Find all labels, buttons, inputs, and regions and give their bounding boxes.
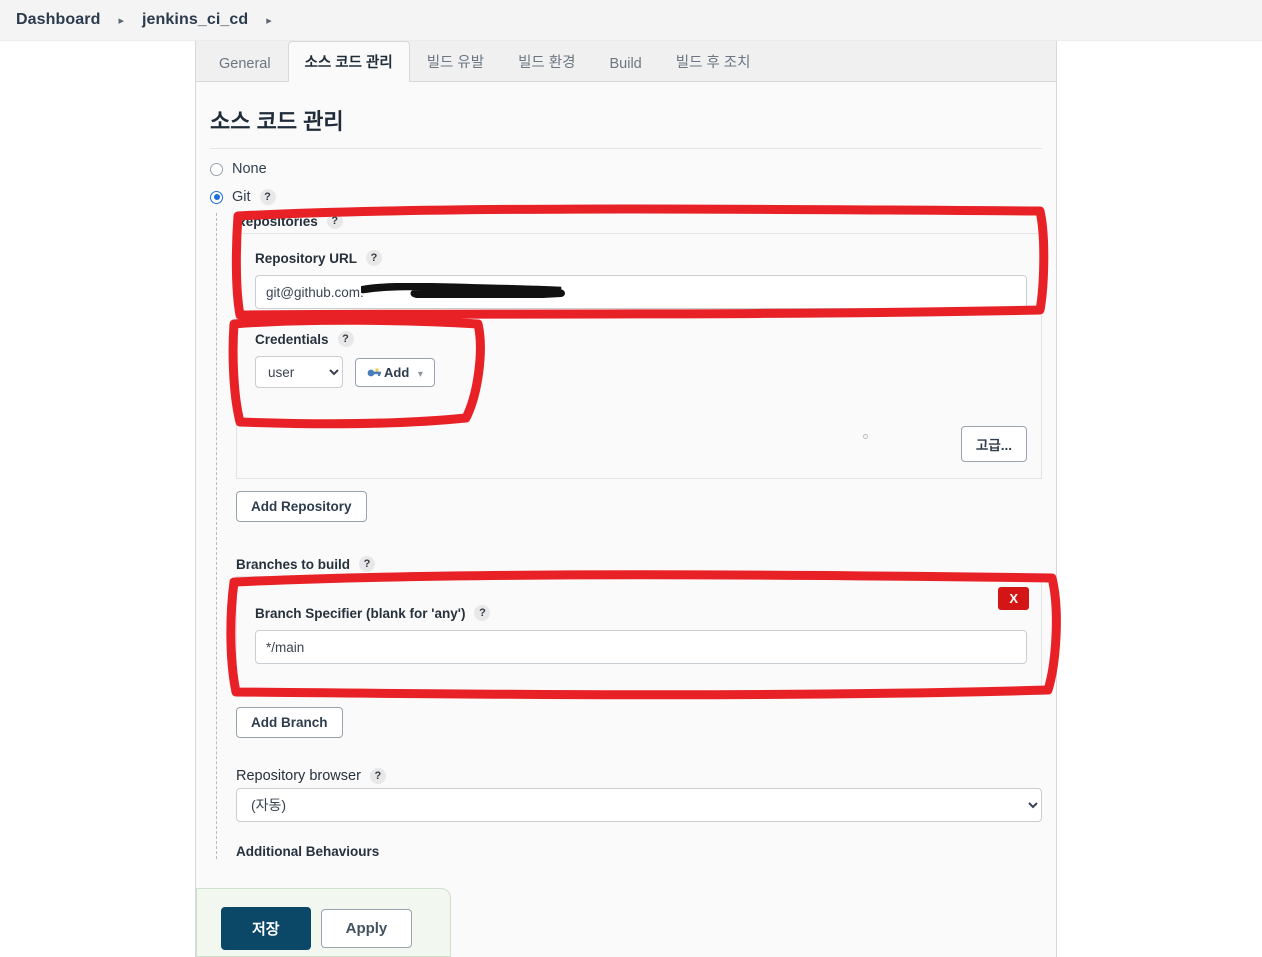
help-icon-repositories[interactable]: ? <box>326 213 343 229</box>
add-branch-row: Add Branch <box>236 707 1042 738</box>
branches-label: Branches to build <box>236 556 351 572</box>
apply-button[interactable]: Apply <box>320 909 413 948</box>
branches-heading: Branches to build ? <box>236 556 1042 572</box>
branch-card: X Branch Specifier (blank for 'any') ? <box>236 576 1042 695</box>
add-credentials-button[interactable]: Add ▾ <box>355 357 435 387</box>
branch-specifier-label-row: Branch Specifier (blank for 'any') ? <box>255 605 1027 621</box>
breadcrumb-item-job[interactable]: jenkins_ci_cd <box>136 9 254 31</box>
advanced-button[interactable]: 고급... <box>960 426 1027 462</box>
jenkins-configure-page: Dashboard ▸ jenkins_ci_cd ▸ General 소스 코… <box>0 0 1262 957</box>
delete-branch-button[interactable]: X <box>998 587 1029 610</box>
scm-option-git[interactable]: Git ? <box>210 189 1042 205</box>
add-branch-button[interactable]: Add Branch <box>236 707 343 738</box>
repo-browser-heading: Repository browser ? <box>236 768 1042 784</box>
form-action-bar: 저장 Apply <box>196 888 451 957</box>
tab-build-environment[interactable]: 빌드 환경 <box>501 41 592 82</box>
scm-git-label: Git <box>232 189 251 205</box>
repositories-label: Repositories <box>236 213 318 229</box>
help-icon-repo-browser[interactable]: ? <box>369 768 386 784</box>
add-repository-button[interactable]: Add Repository <box>236 491 367 522</box>
advanced-row: 고급... <box>255 426 1027 462</box>
credentials-select[interactable]: user <box>255 356 343 388</box>
config-tabbar: General 소스 코드 관리 빌드 유발 빌드 환경 Build 빌드 후 … <box>196 41 1056 82</box>
additional-behaviours-label: Additional Behaviours <box>236 844 380 859</box>
repository-url-label-row: Repository URL ? <box>255 250 1027 266</box>
tab-source-code-management[interactable]: 소스 코드 관리 <box>287 41 410 82</box>
repository-url-input[interactable] <box>255 275 1027 309</box>
radio-git-icon[interactable] <box>210 190 223 204</box>
git-config-block: Repositories ? Repository URL ? git@gith… <box>216 213 1042 859</box>
config-content: 소스 코드 관리 None Git ? Repositories ? Repos… <box>196 82 1056 859</box>
repository-card: Repository URL ? Credentials ? <box>236 233 1042 479</box>
chevron-right-icon-2[interactable]: ▸ <box>254 14 284 27</box>
branch-specifier-label: Branch Specifier (blank for 'any') <box>255 605 466 621</box>
repositories-heading: Repositories ? <box>236 213 1042 229</box>
add-credentials-label: Add <box>384 364 410 380</box>
help-icon-repository-url[interactable]: ? <box>366 250 383 266</box>
tab-build-triggers[interactable]: 빌드 유발 <box>410 41 501 82</box>
credentials-label-row: Credentials ? <box>255 331 1027 347</box>
repository-url-label: Repository URL <box>255 250 358 266</box>
repo-browser-label: Repository browser <box>236 768 361 784</box>
tab-general[interactable]: General <box>202 46 288 82</box>
breadcrumb-item-dashboard[interactable]: Dashboard <box>10 9 106 31</box>
breadcrumb: Dashboard ▸ jenkins_ci_cd ▸ <box>0 0 1262 41</box>
chevron-right-icon: ▸ <box>118 14 125 27</box>
scm-option-none[interactable]: None <box>210 161 1042 177</box>
help-icon-git[interactable]: ? <box>259 189 276 205</box>
credentials-label: Credentials <box>255 331 329 347</box>
help-icon-branch-specifier[interactable]: ? <box>474 605 491 621</box>
tab-post-build-actions[interactable]: 빌드 후 조치 <box>659 41 768 82</box>
radio-none-icon[interactable] <box>210 162 223 176</box>
help-icon-branches[interactable]: ? <box>359 556 376 572</box>
repo-browser-select[interactable]: (자동) <box>236 788 1042 822</box>
spinner-dot-icon <box>863 434 868 439</box>
branch-specifier-input[interactable] <box>255 630 1027 664</box>
form-action-buttons: 저장 Apply <box>197 889 450 950</box>
scm-none-label: None <box>232 161 267 177</box>
page-title: 소스 코드 관리 <box>210 104 1042 149</box>
tab-build[interactable]: Build <box>592 46 658 82</box>
save-button[interactable]: 저장 <box>221 907 311 950</box>
credentials-row: user Add ▾ <box>255 356 1027 388</box>
repository-url-wrap <box>255 275 1027 309</box>
caret-down-icon: ▾ <box>417 368 423 380</box>
add-repository-row: Add Repository <box>236 491 1042 522</box>
key-icon <box>367 368 381 376</box>
help-icon-credentials[interactable]: ? <box>337 331 354 347</box>
config-panel: General 소스 코드 관리 빌드 유발 빌드 환경 Build 빌드 후 … <box>195 41 1057 957</box>
